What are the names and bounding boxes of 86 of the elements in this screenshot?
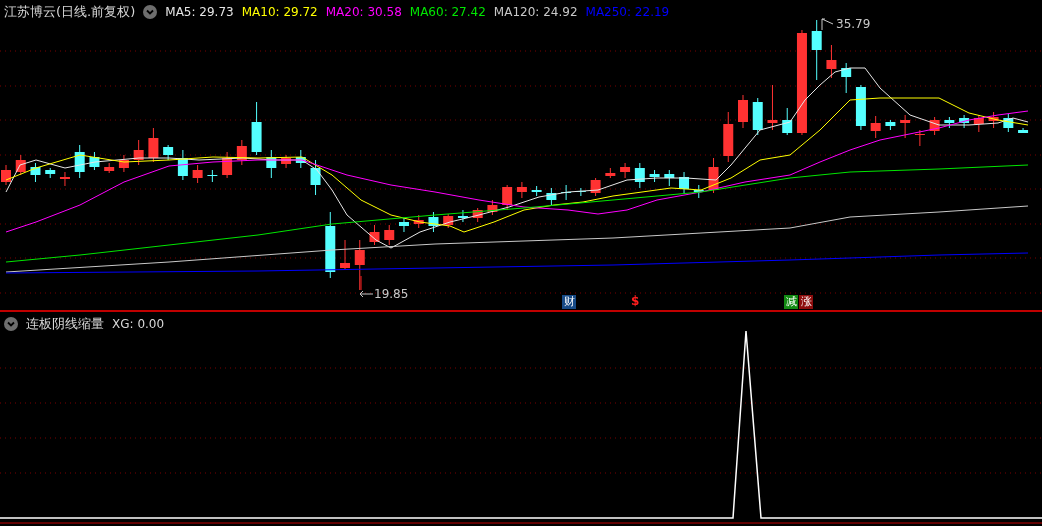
candlestick	[944, 116, 955, 129]
indicator-title: 连板阴线缩量	[26, 315, 104, 333]
candlestick	[133, 139, 144, 166]
candlestick	[207, 169, 218, 183]
candlestick	[738, 94, 748, 129]
candlestick	[914, 129, 925, 147]
candlestick	[649, 169, 660, 183]
candlestick	[310, 159, 321, 196]
event-marker[interactable]: 减	[784, 295, 798, 309]
candlestick	[251, 101, 262, 156]
candlestick	[443, 213, 454, 229]
candlestick	[1018, 127, 1029, 134]
event-marker[interactable]: 涨	[799, 295, 813, 309]
candlestick	[104, 162, 115, 174]
candlestick	[546, 187, 557, 207]
candlestick	[89, 151, 100, 171]
candlestick	[354, 239, 365, 291]
event-marker[interactable]: $	[631, 294, 640, 308]
candlestick	[723, 111, 734, 163]
candlestick	[15, 154, 26, 176]
candlestick	[118, 154, 129, 173]
candlestick	[811, 19, 822, 81]
candlestick	[900, 114, 911, 139]
candlestick	[45, 167, 56, 179]
candlestick	[664, 169, 675, 187]
candlestick	[192, 164, 203, 184]
candlestick	[679, 171, 690, 194]
candlestick	[428, 211, 439, 233]
arrow-icon	[359, 289, 373, 299]
candlestick	[885, 119, 896, 131]
candlestick	[266, 149, 277, 179]
candlestick	[782, 107, 793, 136]
candlestick	[502, 184, 513, 211]
candlestick	[634, 162, 645, 189]
candlestick	[620, 162, 631, 179]
candlestick	[281, 154, 292, 169]
candlestick	[472, 207, 483, 223]
candlestick	[384, 224, 395, 246]
candlestick	[1003, 113, 1014, 133]
candlestick	[531, 185, 542, 197]
collapse-icon[interactable]	[4, 317, 18, 331]
candlestick	[973, 114, 984, 133]
candlestick	[752, 97, 763, 136]
moving-average-value: MA250: 22.19	[585, 5, 670, 19]
candlestick	[767, 84, 778, 131]
candlestick	[148, 127, 159, 163]
candlestick	[59, 171, 70, 187]
candlestick	[855, 84, 866, 131]
candlestick	[222, 151, 233, 179]
candlestick	[457, 209, 468, 223]
arrow-icon	[820, 17, 834, 31]
candlestick	[693, 184, 704, 199]
candlestick	[929, 116, 940, 136]
candlestick	[959, 114, 970, 129]
candlestick	[74, 144, 85, 179]
candlestick	[236, 139, 247, 166]
candlestick	[30, 162, 41, 183]
candlestick	[590, 177, 601, 197]
indicator-value: XG: 0.00	[112, 317, 165, 331]
candlestick	[841, 62, 852, 94]
moving-average-value: MA5: 29.73	[165, 5, 234, 19]
candlestick	[708, 157, 719, 194]
stock-title: 江苏博云(日线.前复权)	[4, 3, 136, 21]
low-price-label: 19.85	[374, 287, 409, 301]
candlestick	[826, 44, 837, 79]
candlestick	[1, 164, 11, 186]
high-price-label: 35.79	[836, 17, 871, 31]
candlestick	[369, 224, 380, 246]
moving-average-value: MA60: 27.42	[409, 5, 486, 19]
candlestick	[605, 167, 616, 179]
candlestick	[413, 214, 424, 229]
candlestick	[516, 181, 527, 199]
moving-average-value: MA120: 24.92	[493, 5, 578, 19]
candlestick	[177, 149, 188, 181]
collapse-icon[interactable]	[143, 5, 158, 19]
leader-line	[360, 276, 362, 290]
candlestick	[487, 199, 498, 216]
event-marker[interactable]: 财	[562, 295, 576, 309]
candlestick	[295, 149, 306, 169]
candlestick	[870, 115, 881, 139]
candlestick	[325, 211, 336, 279]
moving-average-value: MA10: 29.72	[241, 5, 318, 19]
candlestick	[399, 217, 409, 233]
candlestick	[340, 239, 350, 271]
moving-average-value: MA20: 30.58	[325, 5, 402, 19]
candlestick	[988, 111, 999, 129]
